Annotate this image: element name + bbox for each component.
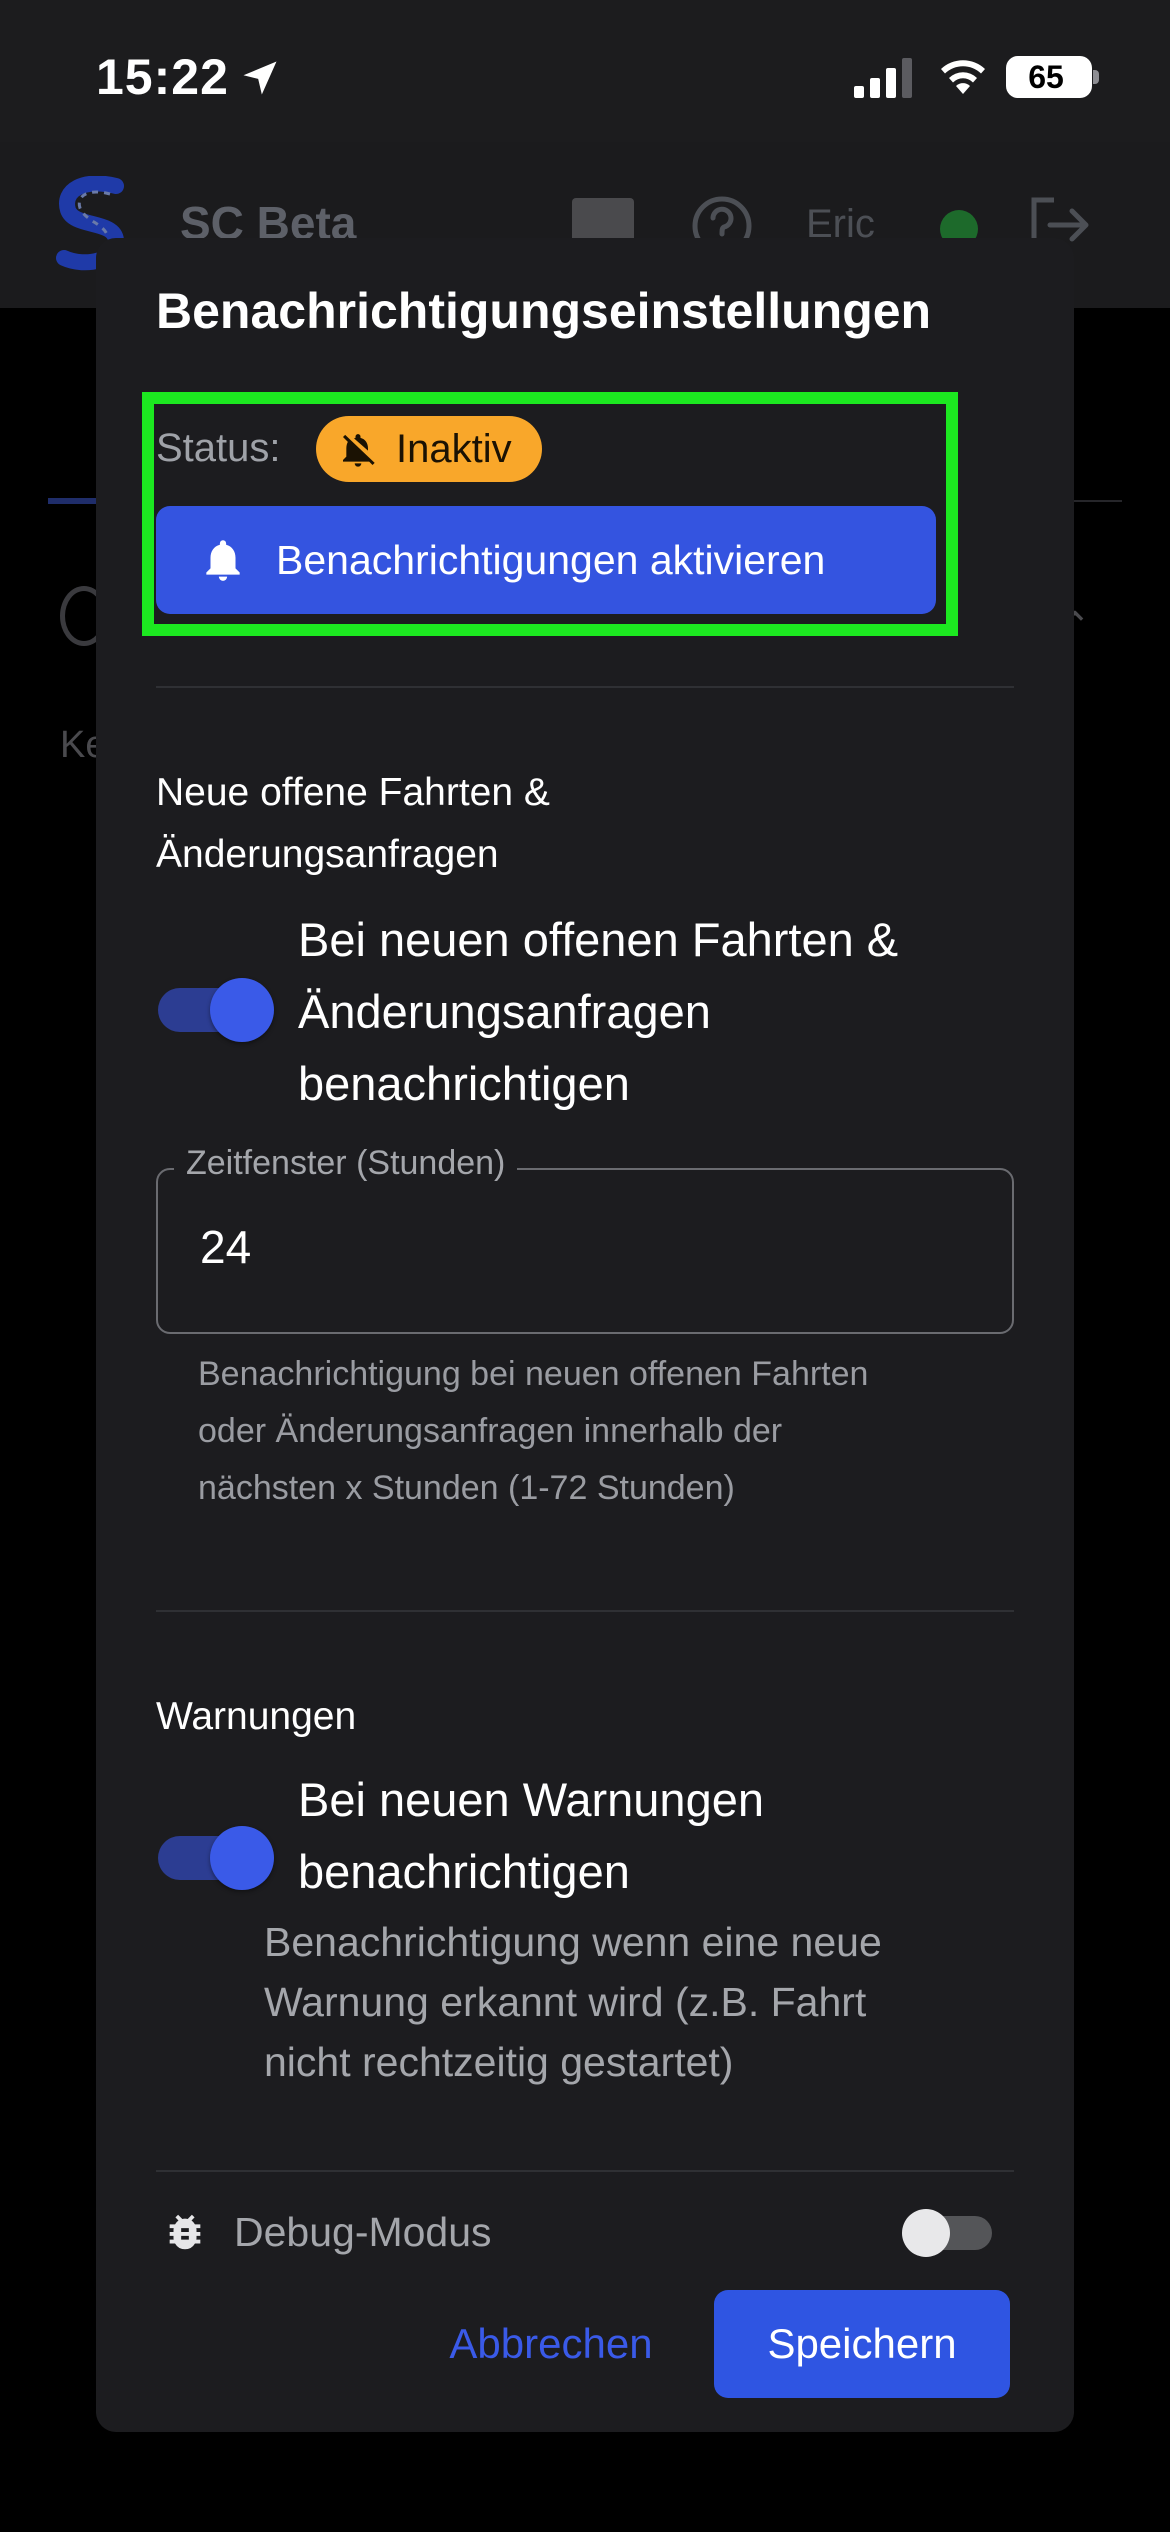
bell-off-icon	[343, 434, 375, 467]
section-title-warnings: Warnungen	[156, 1695, 357, 1738]
time-window-input[interactable]	[200, 1220, 960, 1274]
cellular-signal-icon	[854, 58, 912, 98]
description-line: Warnung erkannt wird (z.B. Fahrt	[264, 1979, 867, 2025]
time-window-label: Zeitfenster (Stunden)	[174, 1144, 518, 1183]
toggle-knob	[210, 1826, 274, 1890]
open-rides-toggle-label-line3: benachrichtigen	[298, 1057, 630, 1110]
description-line: nicht rechtzeitig gestartet)	[264, 2039, 734, 2085]
section-title-open-rides-line2: Änderungsanfragen	[156, 833, 499, 876]
warnings-toggle-label-line1: Bei neuen Warnungen	[298, 1773, 764, 1826]
bell-icon	[206, 540, 240, 581]
divider	[156, 2170, 1014, 2172]
status-bar: 15:22 65	[0, 0, 1170, 142]
battery-level: 65	[1028, 59, 1064, 95]
battery-icon: 65	[1006, 56, 1092, 98]
open-rides-toggle-label-line2: Änderungsanfragen	[298, 985, 711, 1038]
debug-mode-toggle[interactable]	[902, 2209, 992, 2257]
debug-mode-label: Debug-Modus	[234, 2209, 492, 2255]
warnings-toggle[interactable]	[158, 1826, 274, 1890]
status-value: Inaktiv	[396, 427, 512, 471]
bug-icon	[169, 2214, 201, 2250]
time-window-helper-text: Benachrichtigung bei neuen offenen Fahrt…	[198, 1346, 998, 1517]
helper-line: Benachrichtigung bei neuen offenen Fahrt…	[198, 1355, 869, 1393]
section-title-open-rides-line1: Neue offene Fahrten &	[156, 771, 550, 814]
divider	[156, 1610, 1014, 1612]
toggle-knob	[902, 2209, 950, 2257]
save-button[interactable]: Speichern	[714, 2290, 1010, 2398]
activate-notifications-label: Benachrichtigungen aktivieren	[276, 537, 826, 583]
location-arrow-icon	[243, 61, 277, 95]
open-rides-toggle-label-line1: Bei neuen offenen Fahrten &	[298, 913, 899, 966]
description-line: Benachrichtigung wenn eine neue	[264, 1919, 882, 1965]
toggle-knob	[210, 978, 274, 1042]
open-rides-toggle[interactable]	[158, 978, 274, 1042]
warnings-toggle-label-line2: benachrichtigen	[298, 1845, 630, 1898]
activate-notifications-button[interactable]: Benachrichtigungen aktivieren	[156, 506, 936, 614]
status-badge: Inaktiv	[316, 416, 542, 482]
helper-line: oder Änderungsanfragen innerhalb der	[198, 1412, 783, 1450]
notification-settings-dialog: Benachrichtigungseinstellungen Status: I…	[96, 238, 1074, 2432]
battery-tip	[1093, 70, 1099, 84]
warnings-description: Benachrichtigung wenn eine neue Warnung …	[264, 1912, 984, 2092]
status-time: 15:22	[96, 49, 229, 105]
time-window-field: Zeitfenster (Stunden)	[156, 1144, 1014, 1334]
wifi-icon	[941, 60, 985, 94]
dialog-title: Benachrichtigungseinstellungen	[156, 283, 932, 339]
cancel-button[interactable]: Abbrechen	[436, 2292, 666, 2396]
divider	[156, 686, 1014, 688]
status-label: Status:	[156, 426, 281, 470]
helper-line: nächsten x Stunden (1-72 Stunden)	[198, 1469, 735, 1507]
